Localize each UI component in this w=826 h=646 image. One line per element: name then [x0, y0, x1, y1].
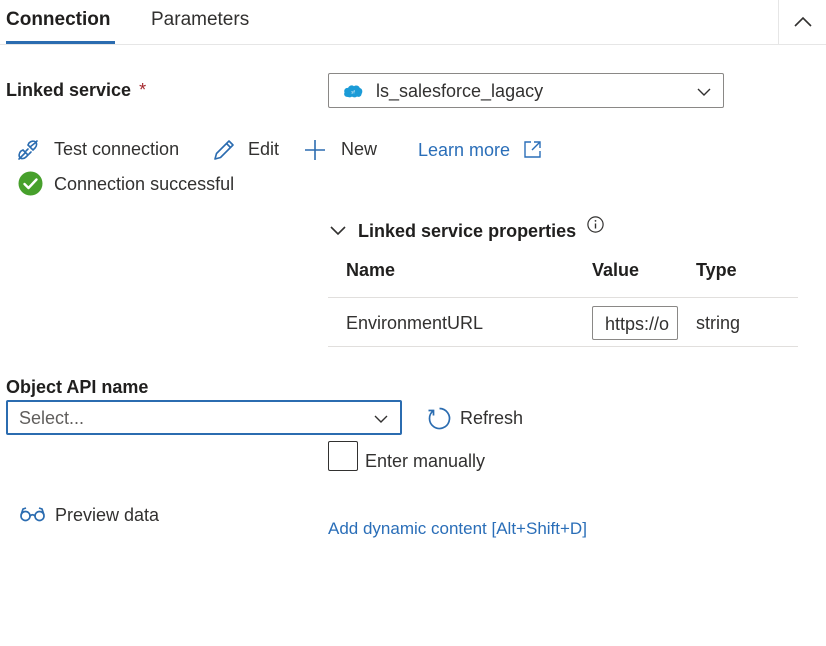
column-header-type: Type: [696, 260, 737, 280]
table-row: EnvironmentURL https://o string: [328, 298, 798, 346]
learn-more-label: Learn more: [418, 140, 511, 160]
pencil-icon: [214, 140, 234, 160]
plus-icon: [305, 140, 325, 160]
test-connection-label: Test connection: [54, 139, 180, 159]
property-name-cell: EnvironmentURL: [346, 313, 484, 333]
linked-service-label: Linked service *: [6, 79, 146, 101]
chevron-up-icon: [794, 16, 812, 27]
column-header-name: Name: [346, 260, 396, 280]
refresh-icon: [428, 407, 451, 430]
salesforce-icon: sf: [344, 85, 363, 98]
property-type-cell: string: [696, 313, 741, 333]
chevron-down-icon: [374, 415, 388, 423]
edit-label: Edit: [248, 139, 280, 159]
linked-service-value: ls_salesforce_lagacy: [376, 81, 544, 101]
new-label: New: [341, 139, 378, 159]
required-marker: *: [139, 80, 147, 100]
preview-data-label: Preview data: [55, 505, 160, 525]
tab-parameters[interactable]: Parameters: [151, 8, 249, 32]
chevron-down-icon: [697, 88, 711, 96]
table-bottom-divider: [328, 346, 798, 347]
properties-table: Name Value Type EnvironmentURL https://o…: [328, 250, 798, 347]
object-api-dropdown[interactable]: Select...: [6, 400, 402, 435]
environment-url-value: https://o: [605, 314, 670, 334]
tabs-divider: [0, 44, 826, 45]
tab-connection[interactable]: Connection: [6, 8, 111, 32]
object-api-label: Object API name: [6, 377, 149, 397]
info-icon[interactable]: [587, 216, 604, 233]
enter-manually-checkbox[interactable]: [328, 441, 358, 471]
chevron-down-icon: [330, 226, 346, 236]
plug-connection-icon: [18, 140, 38, 160]
external-link-icon: [524, 141, 541, 158]
add-dynamic-content-link[interactable]: Add dynamic content [Alt+Shift+D]: [328, 518, 587, 540]
connection-status-text: Connection successful: [54, 174, 235, 194]
refresh-label: Refresh: [460, 408, 524, 428]
enter-manually-label[interactable]: Enter manually: [365, 450, 485, 472]
column-header-value: Value: [592, 260, 640, 280]
success-check-icon: [18, 171, 43, 196]
svg-text:sf: sf: [351, 90, 355, 95]
linked-service-label-text: Linked service: [6, 80, 132, 100]
collapse-panel-button[interactable]: [778, 0, 826, 44]
object-api-placeholder: Select...: [19, 408, 85, 428]
properties-title: Linked service properties: [358, 221, 577, 241]
linked-service-dropdown[interactable]: sf ls_salesforce_lagacy: [328, 73, 724, 108]
glasses-icon: [20, 507, 45, 522]
environment-url-input[interactable]: https://o: [592, 306, 678, 340]
